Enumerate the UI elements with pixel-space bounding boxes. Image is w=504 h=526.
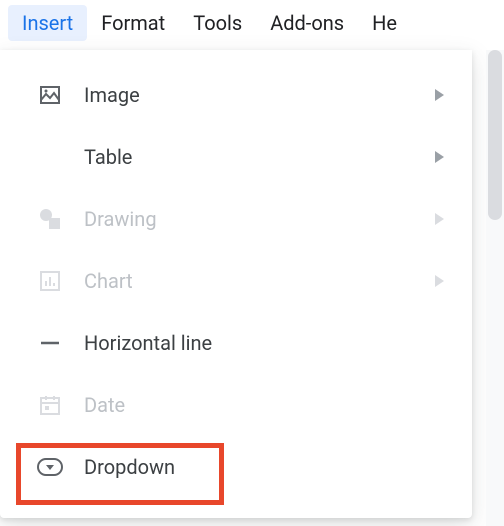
menubar-item-format[interactable]: Format <box>87 5 179 41</box>
menubar-item-tools[interactable]: Tools <box>179 5 256 41</box>
menu-item-image[interactable]: Image <box>0 64 472 126</box>
menu-item-label: Chart <box>84 269 435 293</box>
dropdown-chip-icon <box>36 453 64 481</box>
table-icon <box>36 143 64 171</box>
menubar-item-help[interactable]: He <box>358 5 411 41</box>
chart-icon <box>36 267 64 295</box>
scrollbar[interactable] <box>486 50 504 526</box>
menu-item-label: Table <box>84 145 435 169</box>
menu-item-label: Drawing <box>84 207 435 231</box>
insert-menu-dropdown: Image Table Drawing Chart <box>0 50 472 518</box>
image-icon <box>36 81 64 109</box>
menubar-item-insert[interactable]: Insert <box>8 5 87 41</box>
calendar-icon <box>36 391 64 419</box>
menu-item-dropdown[interactable]: Dropdown <box>0 436 472 498</box>
menu-item-date: Date <box>0 374 472 436</box>
horizontal-line-icon <box>36 329 64 357</box>
menu-item-label: Dropdown <box>84 455 448 479</box>
menu-item-chart: Chart <box>0 250 472 312</box>
chevron-right-icon <box>435 89 444 101</box>
menu-item-drawing: Drawing <box>0 188 472 250</box>
menu-item-label: Date <box>84 393 448 417</box>
menu-item-label: Horizontal line <box>84 331 448 355</box>
menu-item-table[interactable]: Table <box>0 126 472 188</box>
menubar: Insert Format Tools Add-ons He <box>0 0 504 46</box>
chevron-right-icon <box>435 213 444 225</box>
menu-item-label: Image <box>84 83 435 107</box>
drawing-icon <box>36 205 64 233</box>
chevron-right-icon <box>435 151 444 163</box>
scrollbar-thumb[interactable] <box>488 50 502 220</box>
menu-item-horizontal-line[interactable]: Horizontal line <box>0 312 472 374</box>
chevron-right-icon <box>435 275 444 287</box>
menubar-item-addons[interactable]: Add-ons <box>256 5 358 41</box>
